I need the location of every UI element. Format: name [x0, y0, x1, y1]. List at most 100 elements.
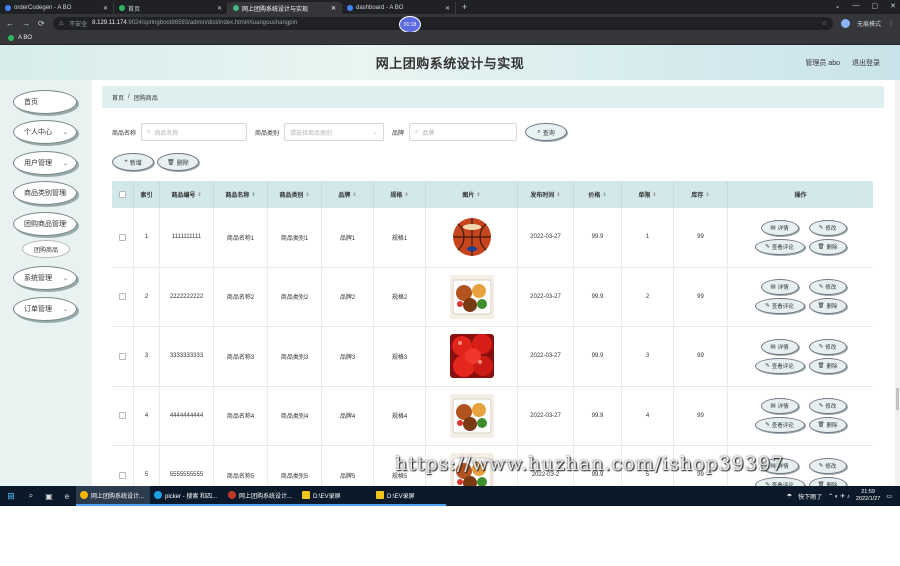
scrollbar-thumb[interactable] [896, 388, 899, 410]
minimize-icon[interactable]: — [853, 2, 860, 10]
sidebar-item-orders[interactable]: 订单管理 ⌄ [13, 297, 77, 321]
browser-tab-4[interactable]: dashboard - A BO ✕ [342, 2, 456, 14]
edit-button[interactable]: ✎ 修改 [808, 398, 847, 415]
detail-button[interactable]: ▤ 详情 [760, 279, 799, 296]
column-header-label: 库存 [691, 193, 704, 199]
sort-icon[interactable]: ⇕ [602, 192, 606, 198]
sidebar-subitem-group-products[interactable]: 团购商品 [22, 240, 70, 258]
name-search-input[interactable]: ⌕ 商品名称 [141, 123, 248, 141]
logout-link[interactable]: 退出登录 [852, 58, 880, 68]
close-icon[interactable]: ✕ [445, 5, 450, 12]
sidebar-item-users[interactable]: 用户管理 ⌄ [13, 151, 77, 175]
breadcrumb-home[interactable]: 首页 [112, 93, 124, 102]
delete-button[interactable]: 🗑删除 [808, 417, 847, 434]
sidebar-item-categories[interactable]: 商品类别管理 ⌄ [13, 181, 77, 205]
brand-search-input[interactable]: ⌕ 品牌 [409, 123, 518, 141]
column-header[interactable]: 规格 ⇕ [374, 181, 426, 208]
sort-icon[interactable]: ⇕ [251, 192, 255, 198]
edit-button[interactable]: ✎ 修改 [808, 279, 847, 296]
close-icon[interactable]: ✕ [103, 5, 108, 12]
task-view-icon[interactable]: ▣ [40, 492, 58, 501]
reload-icon[interactable]: ⟳ [38, 19, 45, 28]
browser-tab-2[interactable]: 首页 ✕ [114, 2, 228, 14]
row-checkbox[interactable] [119, 352, 126, 360]
column-header[interactable]: 图片 ⇕ [426, 181, 518, 208]
sort-icon[interactable]: ⇕ [352, 192, 356, 198]
sidebar-item-system[interactable]: 系统管理 ⌄ [13, 266, 77, 290]
category-select[interactable]: 请选择商品类别 ⌄ [284, 123, 385, 141]
forward-icon[interactable]: → [22, 19, 30, 28]
detail-button[interactable]: ▤ 详情 [760, 398, 799, 415]
url-field[interactable]: ⚠ 不安全 8.129.11.174:9024/springboot86593/… [52, 16, 833, 30]
maximize-icon[interactable]: ▢ [872, 2, 879, 10]
taskbar-app-folder-1[interactable]: D:\EV录屏 [298, 486, 372, 506]
system-clock[interactable]: 21:59 2022/1/27 [856, 489, 880, 503]
sort-icon[interactable]: ⇕ [556, 192, 560, 198]
sort-icon[interactable]: ⇕ [404, 192, 408, 198]
cell-text: 商品类别4 [280, 414, 309, 421]
taskbar-app-folder-2[interactable]: D:\EV录屏 [372, 486, 446, 506]
row-checkbox[interactable] [119, 471, 126, 479]
column-header[interactable]: 商品类别 ⇕ [268, 181, 322, 208]
trash-icon: 🗑 [817, 362, 825, 369]
sidebar-item-label: 商品类别管理 [24, 190, 66, 197]
tray-icons[interactable]: ⌃ ◐ ✈ ♪ [828, 493, 850, 500]
select-all-checkbox[interactable] [119, 191, 126, 198]
row-checkbox[interactable] [119, 412, 126, 420]
back-icon[interactable]: ← [6, 19, 14, 28]
edit-button[interactable]: ✎ 修改 [808, 338, 847, 355]
taskbar-app-chrome[interactable]: 网上团购系统设计... [76, 486, 150, 506]
add-button[interactable]: + 新增 [112, 153, 154, 171]
sort-icon[interactable]: ⇕ [705, 192, 709, 198]
bulk-delete-button[interactable]: 🗑 删除 [157, 153, 199, 171]
browser-tab-1[interactable]: orderCodegen - A BO ✕ [0, 2, 114, 14]
search-button[interactable]: ⌕ 查询 [525, 123, 568, 141]
column-header[interactable]: 品牌 ⇕ [322, 181, 374, 208]
browser-tab-3[interactable]: 网上团购系统设计与实现 ✕ [228, 2, 342, 14]
sort-icon[interactable]: ⇕ [652, 192, 656, 198]
row-checkbox[interactable] [119, 293, 126, 301]
column-header[interactable]: 索引 [134, 181, 160, 208]
new-tab-icon[interactable]: + [456, 2, 473, 12]
taskbar-app-edge[interactable]: picker - 搜索 和四... [150, 486, 224, 506]
column-header[interactable]: 库存 ⇕ [674, 181, 728, 208]
sort-icon[interactable]: ⇕ [476, 192, 480, 198]
search-icon[interactable]: ⌕ [22, 491, 40, 501]
column-header[interactable]: 发布时间 ⇕ [518, 181, 574, 208]
menu-icon[interactable]: ⋮ [888, 20, 894, 27]
star-icon[interactable]: ☆ [822, 20, 827, 27]
edit-button[interactable]: ✎ 修改 [808, 457, 847, 474]
column-header[interactable]: 价格 ⇕ [574, 181, 622, 208]
column-header[interactable]: 单限 ⇕ [622, 181, 674, 208]
taskbar-app-word[interactable]: 网上团购系统设计... [224, 486, 298, 506]
view-comments-button[interactable]: ✎查看评论 [754, 417, 805, 434]
delete-button[interactable]: 🗑删除 [808, 357, 847, 374]
column-header[interactable]: 商品名称 ⇕ [214, 181, 268, 208]
chevron-down-icon[interactable]: ⌄ [835, 2, 841, 10]
cell-index: 1 [134, 208, 160, 267]
sidebar-item-home[interactable]: 首页 [13, 90, 77, 114]
windows-start-icon[interactable]: ⊞ [0, 491, 22, 502]
sort-icon[interactable]: ⇕ [197, 192, 201, 198]
sidebar-item-profile[interactable]: 个人中心 ⌄ [13, 120, 77, 144]
bookmark-item[interactable]: A BO [18, 35, 32, 41]
view-comments-button[interactable]: ✎查看评论 [754, 298, 805, 315]
notification-icon[interactable]: ▭ [886, 493, 892, 500]
close-icon[interactable]: ✕ [331, 5, 336, 12]
sidebar-item-group-products[interactable]: 团购商品管理 ⌃ [13, 212, 77, 236]
delete-button[interactable]: 🗑删除 [808, 238, 847, 255]
close-window-icon[interactable]: ✕ [890, 2, 896, 10]
browser-profile[interactable]: 无痕模式 ⋮ [840, 18, 894, 28]
detail-button[interactable]: ▤ 详情 [760, 219, 799, 236]
column-header[interactable]: 商品编号 ⇕ [160, 181, 214, 208]
sort-icon[interactable]: ⇕ [305, 192, 309, 198]
page-scrollbar[interactable] [895, 80, 900, 486]
edit-button[interactable]: ✎ 修改 [808, 219, 847, 236]
close-icon[interactable]: ✕ [217, 5, 222, 12]
row-checkbox[interactable] [119, 233, 126, 241]
detail-button[interactable]: ▤ 详情 [760, 338, 799, 355]
view-comments-button[interactable]: ✎查看评论 [754, 238, 805, 255]
delete-button[interactable]: 🗑删除 [808, 298, 847, 315]
view-comments-button[interactable]: ✎查看评论 [754, 357, 805, 374]
edge-icon[interactable]: e [58, 492, 76, 501]
